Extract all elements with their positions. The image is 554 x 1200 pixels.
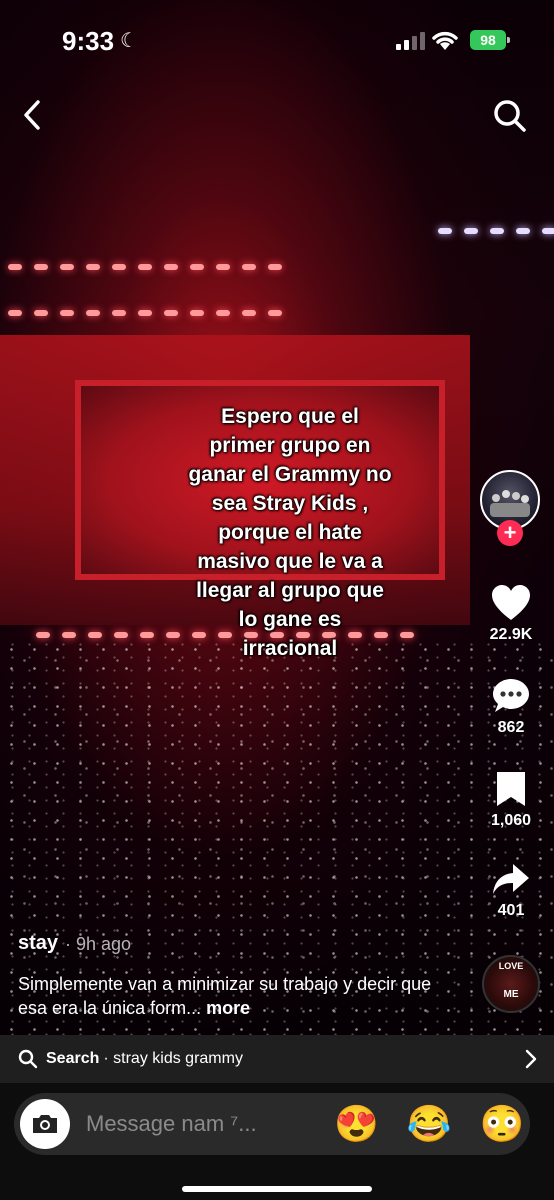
heart-icon	[492, 585, 530, 620]
caption-line: masivo que le va a	[197, 550, 383, 573]
search-query: · stray kids grammy	[103, 1050, 243, 1067]
music-disc-line1: LOVE	[498, 961, 524, 971]
follow-button[interactable]: +	[497, 520, 523, 546]
message-input[interactable]: Message nam ⁷...	[86, 1111, 306, 1137]
username[interactable]: stay	[18, 932, 58, 955]
stage-light-bar	[8, 310, 282, 316]
battery-icon: 98	[470, 30, 510, 50]
chevron-right-icon	[525, 1049, 537, 1069]
caption-line: ganar el Grammy no	[188, 463, 392, 486]
status-bar: 9:33 ☾ 98	[0, 0, 554, 80]
video-caption: Espero que el primer grupo en ganar el G…	[160, 402, 420, 663]
stage-light-bar	[8, 264, 282, 270]
battery-level: 98	[480, 32, 496, 48]
search-label: Search	[46, 1050, 100, 1067]
share-count: 401	[497, 902, 525, 919]
caption-line: irracional	[242, 637, 338, 660]
share-button[interactable]: 401	[476, 862, 546, 920]
caption-line: sea Stray Kids ,	[211, 492, 369, 515]
wifi-icon	[432, 31, 458, 50]
home-indicator	[182, 1186, 372, 1192]
back-icon[interactable]	[18, 98, 48, 132]
emoji-flushed-button[interactable]: 😳	[480, 1106, 525, 1142]
stage-light-bar	[438, 228, 554, 234]
cellular-signal-icon	[396, 32, 425, 50]
caption-line: porque el hate	[218, 521, 362, 544]
like-button[interactable]: 22.9K	[476, 584, 546, 644]
post-description[interactable]: Simplemente van a minimizar su trabajo y…	[18, 972, 458, 1020]
search-icon[interactable]	[492, 98, 528, 134]
caption-line: Espero que el	[221, 405, 359, 428]
share-icon	[493, 864, 529, 894]
caption-line: llegar al grupo que	[196, 579, 384, 602]
post-time: · 9h ago	[65, 934, 132, 954]
more-link[interactable]: more	[201, 998, 250, 1018]
music-disc-line2: ME	[503, 989, 519, 1000]
related-search-bar[interactable]: Search · stray kids grammy	[0, 1035, 554, 1083]
comment-button[interactable]: 862	[476, 677, 546, 737]
moon-icon: ☾	[120, 30, 138, 52]
message-input-container: Message nam ⁷... 😍 😂 😳	[14, 1093, 530, 1155]
comment-count: 862	[497, 719, 525, 736]
comment-icon	[493, 679, 529, 712]
save-button[interactable]: 1,060	[476, 770, 546, 830]
caption-line: lo gane es	[238, 608, 342, 631]
like-count: 22.9K	[489, 626, 533, 643]
message-bar: Message nam ⁷... 😍 😂 😳	[0, 1083, 554, 1200]
music-disc[interactable]: LOVE ME	[482, 955, 540, 1013]
save-count: 1,060	[490, 812, 532, 829]
caption-line: primer grupo en	[209, 434, 371, 457]
status-time: 9:33	[62, 26, 115, 56]
emoji-tears-of-joy-button[interactable]: 😂	[407, 1106, 452, 1142]
bookmark-icon	[497, 772, 525, 806]
emoji-heart-eyes-button[interactable]: 😍	[334, 1106, 379, 1142]
camera-icon	[33, 1115, 57, 1133]
camera-button[interactable]	[20, 1099, 70, 1149]
search-icon	[18, 1049, 38, 1069]
